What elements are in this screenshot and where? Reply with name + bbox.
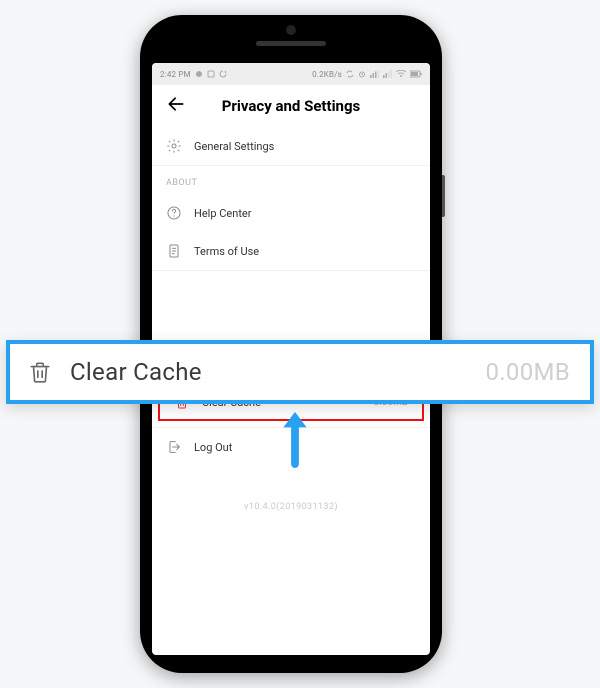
page-header: Privacy and Settings [152,85,430,127]
version-text: v10.4.0(2019031132) [152,502,430,512]
overlay-spacer [152,271,430,341]
row-label: General Settings [194,140,274,153]
row-help-center[interactable]: Help Center [152,194,430,232]
back-button[interactable] [162,90,190,122]
trash-icon [26,358,54,386]
signal-icon [370,70,379,78]
gear-icon [166,138,182,154]
page-title: Privacy and Settings [222,97,361,115]
status-icon [195,70,203,78]
signal-icon [383,70,392,78]
callout-clear-cache: Clear Cache 0.00MB [6,340,594,404]
callout-value: 0.00MB [486,358,571,386]
row-label: Help Center [194,207,252,220]
row-label: Terms of Use [194,245,259,258]
status-bar: 2:42 PM 0.2KB/s [152,63,430,85]
sync-icon [346,70,354,78]
document-icon [166,243,182,259]
status-net-rate: 0.2KB/s [312,70,342,79]
help-icon [166,205,182,221]
row-general-settings[interactable]: General Settings [152,127,430,165]
alarm-icon [358,70,366,78]
callout-label: Clear Cache [70,358,202,386]
refresh-icon [219,70,227,78]
arrow-left-icon [166,94,186,114]
battery-icon [410,70,422,78]
row-terms-of-use[interactable]: Terms of Use [152,232,430,270]
status-icon [207,70,215,78]
logout-icon [166,439,182,455]
section-label-about: ABOUT [152,166,430,194]
phone-side-button [442,175,445,217]
arrow-down-icon [280,408,310,468]
status-time: 2:42 PM [160,70,191,79]
row-label: Log Out [194,441,232,454]
wifi-icon [396,70,406,78]
